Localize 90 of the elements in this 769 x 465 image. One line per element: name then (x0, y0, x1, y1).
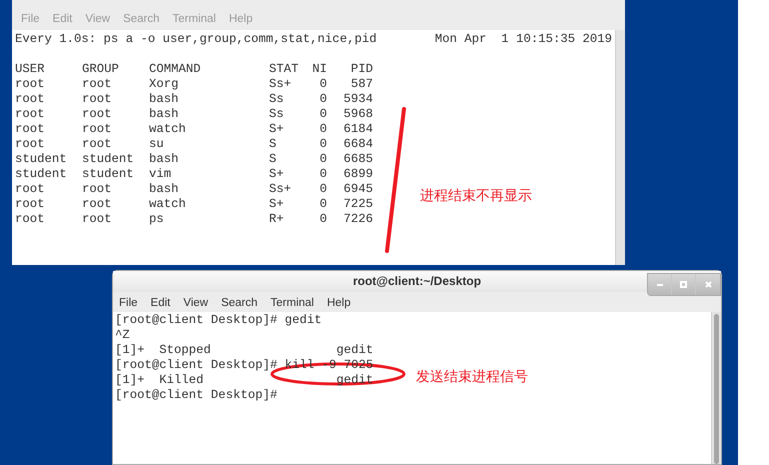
table-cell-text: student (15, 167, 68, 182)
table-cell-text: Ss+ (269, 182, 292, 197)
table-cell-text: root (82, 137, 113, 152)
table-cell-text: 6685 (342, 152, 373, 167)
table-cell-text: 0 (318, 212, 327, 227)
table-cell-text: root (15, 212, 46, 227)
table-cell-text: bash (149, 92, 180, 107)
table-cell-text: root (15, 92, 46, 107)
table-cell-text: 6184 (342, 122, 373, 137)
table-cell-text: 0 (318, 182, 327, 197)
table-cell-text: su (149, 137, 165, 152)
menu-item[interactable]: View (183, 294, 208, 312)
terminal-line: [root@client Desktop]# gedit (115, 313, 322, 328)
table-cell-text: root (82, 197, 113, 212)
table-cell-text: root (82, 107, 113, 122)
minimize-button[interactable] (648, 274, 672, 295)
scrollbar-thumb[interactable] (714, 314, 719, 464)
menu-item[interactable]: Edit (150, 294, 170, 312)
table-cell-text: root (15, 77, 46, 92)
table-cell-text: 6684 (342, 137, 373, 152)
table-cell-text: 0 (318, 137, 327, 152)
menu-item[interactable]: Terminal (270, 294, 314, 312)
annotation-text: 进程结束不再显示 (420, 186, 532, 205)
terminal-line: [root@client Desktop]# (115, 388, 278, 403)
table-cell-text: 7226 (342, 212, 373, 227)
table-cell-text: student (82, 167, 135, 182)
table-cell-text: Xorg (149, 77, 180, 92)
table-cell-text: 5934 (342, 92, 373, 107)
table-cell-text: student (82, 152, 135, 167)
table-cell-text: ps (149, 212, 165, 227)
table-cell-text: 5968 (342, 107, 373, 122)
watch-command-header: Every 1.0s: ps a -o user,group,comm,stat,nice,pid (15, 32, 377, 47)
window-title: root@client:~/Desktop (352, 273, 482, 290)
table-cell-text: root (15, 197, 46, 212)
menu-item[interactable]: File (119, 294, 138, 312)
menu-item[interactable]: Search (221, 294, 258, 312)
table-cell-text: S+ (269, 122, 285, 137)
table-cell-text: 7225 (342, 197, 373, 212)
column-header: COMMAND (149, 62, 202, 77)
table-cell-text: root (15, 107, 46, 122)
table-cell-text: bash (149, 152, 180, 167)
column-header: NI (311, 62, 327, 77)
table-cell-text: Ss (269, 92, 285, 107)
scrollbar[interactable] (615, 30, 625, 265)
table-cell-text: 0 (318, 92, 327, 107)
table-cell-text: Ss+ (269, 77, 292, 92)
table-cell-text: watch (149, 197, 187, 212)
column-header: PID (350, 62, 373, 77)
maximize-button[interactable] (672, 274, 696, 295)
table-cell-text: 587 (350, 77, 373, 92)
annotation-text: 发送结束进程信号 (416, 367, 528, 386)
table-cell-text: 0 (318, 122, 327, 137)
table-cell-text: root (15, 182, 46, 197)
menu-item[interactable]: Help (326, 294, 351, 312)
column-header: STAT (269, 62, 300, 77)
table-cell-text: root (15, 122, 46, 137)
maximize-icon (680, 281, 687, 288)
close-button[interactable] (696, 274, 720, 295)
table-cell-text: S+ (269, 167, 285, 182)
table-cell-text: 0 (318, 152, 327, 167)
close-icon (704, 281, 712, 288)
scrollbar[interactable] (711, 312, 721, 464)
column-header: GROUP (82, 62, 120, 77)
table-cell-text: S+ (269, 197, 285, 212)
table-cell-text: bash (149, 182, 180, 197)
table-cell-text: S (269, 137, 278, 152)
column-header: USER (15, 62, 46, 77)
table-cell-text: R+ (269, 212, 285, 227)
table-cell-text: student (15, 152, 68, 167)
table-cell-text: root (82, 212, 113, 227)
terminal-line: [1]+ Stopped gedit (115, 343, 374, 358)
table-cell-text: root (82, 122, 113, 137)
table-cell-text: 0 (318, 197, 327, 212)
table-cell-text: root (15, 137, 46, 152)
table-cell-text: vim (149, 167, 172, 182)
table-cell-text: 6899 (342, 167, 373, 182)
table-cell-text: bash (149, 107, 180, 122)
table-cell-text: 0 (318, 167, 327, 182)
table-cell-text: Ss (269, 107, 285, 122)
table-cell-text: watch (149, 122, 187, 137)
minimize-icon (656, 284, 662, 286)
table-cell-text: 0 (318, 77, 327, 92)
table-cell-text: 6945 (342, 182, 373, 197)
table-cell-text: root (82, 182, 113, 197)
terminal-line: ^Z (115, 328, 130, 343)
table-cell-text: 0 (318, 107, 327, 122)
timestamp: Mon Apr 1 10:15:35 2019 (434, 32, 612, 47)
table-cell-text: root (82, 92, 113, 107)
table-cell-text: root (82, 77, 113, 92)
table-cell-text: S (269, 152, 278, 167)
